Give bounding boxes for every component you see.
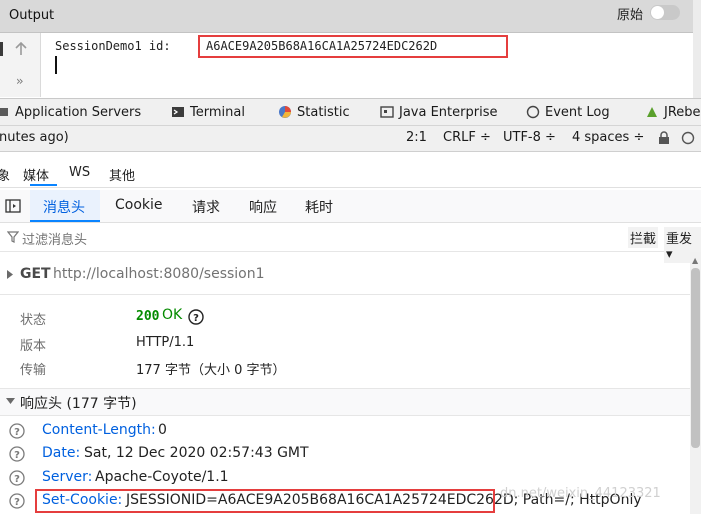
status-indent[interactable]: 4 spaces ÷ [572, 130, 644, 145]
help-icon[interactable]: ? [9, 423, 25, 439]
version-value: HTTP/1.1 [136, 335, 195, 350]
header-value: Sat, 12 Dec 2020 02:57:43 GMT [84, 445, 309, 461]
devtools-type-tabs: 象 媒体 WS 其他 [0, 161, 701, 188]
request-detail-tabs [0, 190, 701, 223]
status-caret-position[interactable]: 2:1 [406, 130, 427, 145]
tab-image[interactable]: 象 [0, 165, 10, 184]
tab-label: Application Servers [15, 104, 142, 120]
collapse-arrow-icon[interactable] [6, 398, 15, 404]
response-headers-section[interactable]: 响应头 (177 字节) [0, 388, 690, 416]
header-value: 0 [158, 422, 167, 438]
svg-text:?: ? [14, 474, 20, 485]
header-name: Server: [42, 469, 93, 485]
text-cursor [55, 56, 57, 74]
svg-text:?: ? [14, 497, 20, 508]
response-headers-title: 响应头 (177 字节) [20, 396, 137, 412]
output-header: Output [0, 0, 693, 33]
transfer-label: 传输 [20, 363, 47, 378]
filter-icon [7, 231, 19, 243]
tab-timings[interactable]: 耗时 [305, 197, 333, 217]
help-icon[interactable]: ? [188, 309, 204, 325]
tab-event-log[interactable]: Event Log [526, 102, 610, 122]
tab-media[interactable]: 媒体 [23, 165, 49, 184]
more-icon[interactable]: ›› [16, 74, 23, 88]
tab-headers[interactable]: 消息头 [43, 197, 85, 217]
header-row: ? Date: Sat, 12 Dec 2020 02:57:43 GMT [0, 443, 690, 465]
set-cookie-highlight-box [35, 489, 495, 513]
tab-label: Statistic [297, 104, 350, 120]
gutter-marker [0, 42, 3, 56]
raw-toggle-knob [651, 6, 664, 19]
status-label: 状态 [20, 313, 47, 328]
active-tab-indicator [30, 184, 57, 186]
output-title: Output [9, 8, 55, 23]
lock-icon[interactable] [658, 131, 670, 145]
status-code: 200 [136, 309, 160, 324]
status-encoding[interactable]: UTF-8 ÷ [503, 130, 556, 145]
expand-arrow-icon[interactable] [7, 270, 13, 279]
server-icon [0, 108, 8, 116]
tab-label: Event Log [545, 104, 610, 120]
tab-label: JRebe [664, 104, 701, 120]
tab-response[interactable]: 响应 [249, 197, 277, 217]
request-method: GET [20, 266, 51, 282]
transfer-value: 177 字节（大小 0 字节） [136, 363, 286, 378]
block-button[interactable]: 拦截 [628, 227, 659, 248]
svg-text:?: ? [193, 313, 199, 324]
tab-ws[interactable]: WS [69, 165, 90, 180]
ide-scrollbar[interactable] [693, 0, 701, 98]
tab-cookie[interactable]: Cookie [115, 197, 163, 213]
header-name: Date: [42, 445, 81, 461]
watermark: dn.net/weixin_44123321 [500, 486, 661, 501]
header-row: ? Content-Length: 0 [0, 420, 690, 442]
status-vcs-time: nutes ago) [0, 130, 69, 145]
up-arrow-icon[interactable] [15, 42, 27, 56]
tab-label: Terminal [190, 104, 245, 120]
request-url: http://localhost:8080/session1 [53, 266, 265, 282]
tab-request[interactable]: 请求 [192, 197, 220, 217]
tab-terminal[interactable]: Terminal [171, 102, 245, 122]
toggle-panel-icon[interactable] [5, 199, 21, 213]
header-name: Content-Length: [42, 422, 156, 438]
statistic-icon [279, 106, 291, 118]
event-log-icon [526, 105, 540, 119]
inspector-icon[interactable] [681, 131, 695, 145]
session-id-value: A6ACE9A205B68A16CA1A25724EDC262D [206, 39, 438, 53]
tab-statistic[interactable]: Statistic [278, 102, 350, 122]
filter-headers-input[interactable]: 过滤消息头 [22, 229, 87, 248]
tab-jrebel[interactable]: JRebe [645, 102, 701, 122]
scroll-thumb[interactable] [691, 268, 700, 448]
status-text: OK [162, 307, 183, 323]
tool-window-tabs: Application Servers Terminal Statistic J… [0, 99, 701, 126]
tab-application-servers[interactable]: Application Servers [0, 102, 141, 122]
tab-other[interactable]: 其他 [109, 165, 135, 184]
java-enterprise-icon [380, 106, 394, 118]
tab-label: Java Enterprise [399, 104, 498, 120]
version-label: 版本 [20, 339, 47, 354]
jrebel-icon [647, 107, 657, 117]
terminal-icon [172, 107, 184, 117]
svg-text:?: ? [14, 450, 20, 461]
tab-java-enterprise[interactable]: Java Enterprise [380, 102, 497, 122]
scroll-up-icon[interactable]: ▲ [692, 256, 698, 265]
help-icon[interactable]: ? [9, 493, 25, 509]
help-icon[interactable]: ? [9, 446, 25, 462]
raw-toggle-label: 原始 [617, 8, 644, 23]
request-summary-line[interactable]: GET http://localhost:8080/session1 [0, 258, 690, 295]
header-value: Apache-Coyote/1.1 [95, 469, 229, 485]
status-line-ending[interactable]: CRLF ÷ [443, 130, 491, 145]
console-output-line: SessionDemo1 id: [55, 39, 178, 53]
help-icon[interactable]: ? [9, 470, 25, 486]
ide-status-bar: nutes ago) 2:1 CRLF ÷ UTF-8 ÷ 4 spaces ÷ [0, 126, 701, 152]
svg-text:?: ? [14, 427, 20, 438]
filter-bar: 过滤消息头 拦截 重发 ▾ [0, 223, 701, 263]
